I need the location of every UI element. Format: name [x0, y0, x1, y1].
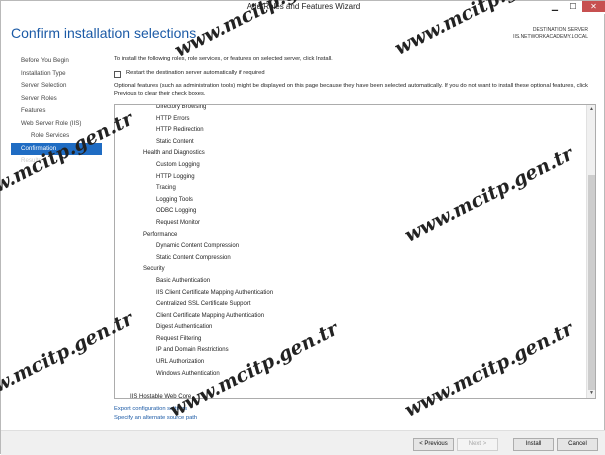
page-title: Confirm installation selections [11, 25, 197, 41]
list-item: Tracing [156, 185, 176, 192]
list-item: Client Certificate Mapping Authenticatio… [156, 312, 265, 319]
close-icon[interactable]: ✕ [582, 1, 605, 12]
minimize-icon[interactable]: ▁ [546, 1, 564, 12]
list-item: Performance [143, 231, 178, 238]
list-item: Health and Diagnostics [143, 150, 205, 157]
list-item [115, 380, 587, 392]
list-item: ODBC Logging [156, 208, 197, 215]
nav-item-server-selection[interactable]: Server Selection [11, 80, 102, 93]
wizard-window: Add Roles and Features Wizard ▁ ☐ ✕ Conf… [0, 0, 605, 455]
cancel-button[interactable]: Cancel [557, 438, 598, 451]
scroll-thumb[interactable] [588, 175, 595, 390]
nav-item-installation-type[interactable]: Installation Type [11, 68, 102, 81]
alternate-source-path-link[interactable]: Specify an alternate source path [114, 415, 197, 421]
intro-text: To install the following roles, role ser… [114, 56, 333, 62]
list-item: Dynamic Content Compression [156, 243, 240, 250]
list-item: IIS Client Certificate Mapping Authentic… [156, 289, 274, 296]
title-bar[interactable]: Add Roles and Features Wizard ▁ ☐ ✕ [1, 1, 605, 14]
export-configuration-link[interactable]: Export configuration settings [114, 406, 187, 412]
list-item: Static Content Compression [156, 254, 231, 261]
install-button[interactable]: Install [513, 438, 554, 451]
vertical-scrollbar[interactable]: ▲ ▼ [586, 105, 595, 398]
list-item: Basic Authentication [156, 277, 211, 284]
nav-item-before-you-begin[interactable]: Before You Begin [11, 55, 102, 68]
list-item: Request Filtering [156, 335, 202, 342]
restart-checkbox-label[interactable]: Restart the destination server automatic… [126, 70, 265, 76]
list-item: IP and Domain Restrictions [156, 347, 229, 354]
nav-item-results: Results [21, 157, 42, 164]
restart-checkbox[interactable] [114, 71, 121, 78]
list-item: Logging Tools [156, 196, 193, 203]
list-item: IIS Hostable Web Core [130, 393, 192, 399]
previous-button[interactable]: < Previous [413, 438, 454, 451]
nav-item-server-roles[interactable]: Server Roles [11, 93, 102, 106]
list-item: HTTP Logging [156, 173, 195, 180]
list-item: Static Content [156, 138, 194, 145]
list-item: Centralized SSL Certificate Support [156, 301, 251, 308]
list-item: Directory Browsing [156, 104, 207, 110]
list-item: Request Monitor [156, 219, 201, 226]
nav-item-web-server-role[interactable]: Web Server Role (IIS) [11, 118, 102, 131]
wizard-nav: Before You Begin Installation Type Serve… [11, 55, 102, 168]
list-item: HTTP Redirection [156, 127, 204, 134]
list-item: Security [143, 266, 165, 273]
list-item: HTTP Errors [156, 115, 190, 122]
destination-server-label: DESTINATION SERVER [532, 27, 588, 33]
selection-list[interactable]: Directory Browsing HTTP Errors HTTP Redire… [114, 104, 596, 399]
selection-list-items: Directory Browsing HTTP Errors HTTP Redire… [115, 104, 587, 399]
nav-item-confirmation[interactable]: Confirmation [11, 142, 102, 155]
maximize-icon[interactable]: ☐ [564, 1, 582, 12]
window-title: Add Roles and Features Wizard [246, 2, 361, 11]
nav-item-features[interactable]: Features [11, 105, 102, 118]
nav-item-role-services[interactable]: Role Services [11, 130, 102, 143]
scroll-up-icon[interactable]: ▲ [588, 106, 595, 113]
list-item: Digest Authentication [156, 324, 213, 331]
destination-server-name: IIS.NETWORKACADEMY.LOCAL [513, 34, 588, 40]
list-item: Custom Logging [156, 161, 200, 168]
optional-features-note: Optional features (such as administratio… [114, 83, 588, 97]
next-button: Next > [457, 438, 498, 451]
list-item: Windows Authentication [156, 370, 220, 377]
scroll-down-icon[interactable]: ▼ [588, 390, 595, 397]
list-item: URL Authorization [156, 359, 205, 366]
